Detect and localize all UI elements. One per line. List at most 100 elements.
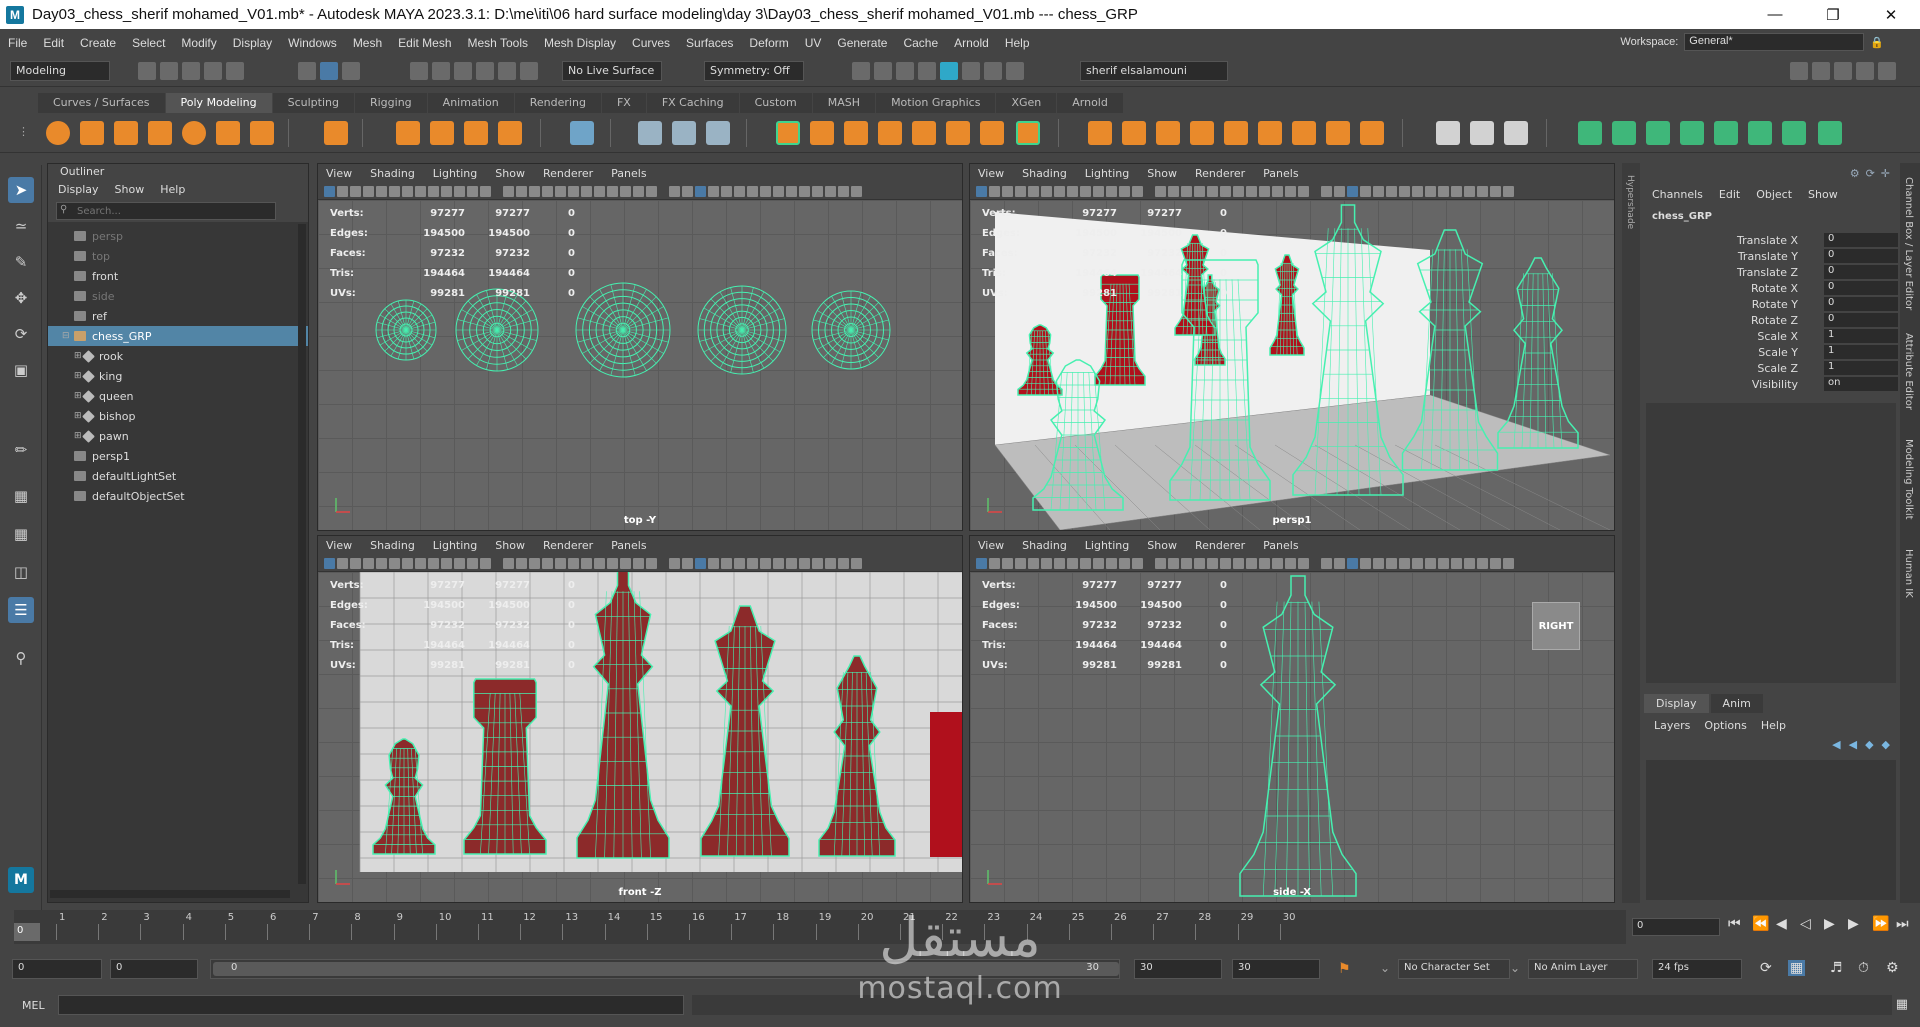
viewport-toolbar-button[interactable] bbox=[1412, 558, 1423, 569]
viewport-toolbar-button[interactable] bbox=[1438, 558, 1449, 569]
outliner-item[interactable]: defaultObjectSet bbox=[48, 486, 308, 506]
channel-attribute-row[interactable]: Scale Y 1 bbox=[1644, 344, 1900, 360]
channel-box-icon[interactable] bbox=[1856, 62, 1874, 80]
viewport-toolbar-button[interactable] bbox=[1119, 186, 1130, 197]
viewport-toolbar-button[interactable] bbox=[812, 186, 823, 197]
two-pane-layout-icon[interactable]: ◫ bbox=[8, 559, 34, 585]
shelf-tab-poly-modeling[interactable]: Poly Modeling bbox=[165, 93, 272, 113]
fps-dropdown[interactable]: 24 fps bbox=[1652, 959, 1742, 979]
layer-menu-help[interactable]: Help bbox=[1761, 719, 1786, 732]
viewport-toolbar-button[interactable] bbox=[1285, 186, 1296, 197]
separate-icon[interactable] bbox=[810, 121, 834, 145]
viewport-toolbar-button[interactable] bbox=[1041, 558, 1052, 569]
viewport-toolbar-button[interactable] bbox=[1054, 558, 1065, 569]
shelf-options-icon[interactable]: ⋮ bbox=[18, 125, 29, 138]
viewport-toolbar-button[interactable] bbox=[1002, 558, 1013, 569]
channel-menu-show[interactable]: Show bbox=[1808, 188, 1838, 201]
viewport-toolbar-button[interactable] bbox=[838, 558, 849, 569]
viewport-top[interactable]: View Shading Lighting Show Renderer Panels Ver… bbox=[317, 163, 963, 531]
lasso-tool-icon[interactable]: ≃ bbox=[8, 213, 34, 239]
poke-icon[interactable] bbox=[1326, 121, 1350, 145]
render-frame-icon[interactable] bbox=[896, 62, 914, 80]
layer-move-down-icon[interactable]: ◀ bbox=[1849, 738, 1857, 751]
paint-select-icon[interactable]: ✎ bbox=[8, 249, 34, 275]
menu-uv[interactable]: UV bbox=[797, 36, 830, 50]
extrude-icon[interactable] bbox=[1088, 121, 1112, 145]
anim-layer-dropdown[interactable]: No Anim Layer bbox=[1528, 959, 1638, 979]
loop-icon[interactable]: ⟳ bbox=[1760, 960, 1772, 976]
viewport-toolbar-button[interactable] bbox=[708, 558, 719, 569]
viewport-toolbar-button[interactable] bbox=[529, 558, 540, 569]
channel-attribute-value[interactable]: 0 bbox=[1824, 297, 1898, 311]
single-perspective-layout-icon[interactable]: ▦ bbox=[8, 483, 34, 509]
viewport-toolbar-button[interactable] bbox=[838, 186, 849, 197]
channel-attribute-row[interactable]: Translate Y 0 bbox=[1644, 248, 1900, 264]
multi-cut-icon[interactable] bbox=[1436, 121, 1460, 145]
viewport-toolbar-button[interactable] bbox=[324, 186, 335, 197]
layer-tab-anim[interactable]: Anim bbox=[1710, 694, 1763, 713]
poly-text-icon[interactable] bbox=[464, 121, 488, 145]
modeling-toolkit-icon[interactable] bbox=[1790, 62, 1808, 80]
expand-toggle-icon[interactable]: ⊞ bbox=[74, 351, 82, 361]
viewport-toolbar-button[interactable] bbox=[1132, 558, 1143, 569]
poly-torus-icon[interactable] bbox=[182, 121, 206, 145]
viewport-toolbar-button[interactable] bbox=[1321, 186, 1332, 197]
auto-key-icon[interactable]: ⚑ bbox=[1338, 961, 1351, 977]
close-icon[interactable]: ✕ bbox=[1862, 0, 1920, 29]
viewport-toolbar-button[interactable] bbox=[1477, 186, 1488, 197]
viewport-toolbar-button[interactable] bbox=[1207, 186, 1218, 197]
channel-attribute-row[interactable]: Rotate Y 0 bbox=[1644, 296, 1900, 312]
poly-disc-icon[interactable] bbox=[250, 121, 274, 145]
viewport-toolbar-button[interactable] bbox=[581, 186, 592, 197]
rotate-tool-icon[interactable]: ⟳ bbox=[8, 321, 34, 347]
viewport-toolbar-button[interactable] bbox=[1490, 186, 1501, 197]
outliner-item[interactable]: ⊟ chess_GRP bbox=[48, 326, 308, 346]
poly-cylinder-icon[interactable] bbox=[114, 121, 138, 145]
save-scene-icon[interactable] bbox=[182, 62, 200, 80]
ipr-render-icon[interactable] bbox=[918, 62, 936, 80]
current-frame-field[interactable]: 0 bbox=[1632, 918, 1720, 936]
menu-help[interactable]: Help bbox=[997, 36, 1038, 50]
viewport-toolbar-button[interactable] bbox=[1119, 558, 1130, 569]
last-tool-icon[interactable]: ✏ bbox=[8, 437, 34, 463]
viewport-menu-renderer[interactable]: Renderer bbox=[543, 167, 593, 181]
symmetry-dropdown[interactable]: Symmetry: Off bbox=[704, 61, 804, 81]
viewport-toolbar-button[interactable] bbox=[1233, 558, 1244, 569]
outliner-item[interactable]: ⊞ pawn bbox=[48, 426, 308, 446]
viewport-toolbar-button[interactable] bbox=[633, 558, 644, 569]
viewport-toolbar-button[interactable] bbox=[1233, 186, 1244, 197]
viewport-toolbar-button[interactable] bbox=[1106, 558, 1117, 569]
menu-modify[interactable]: Modify bbox=[173, 36, 224, 50]
go-to-end-icon[interactable]: ⏭ bbox=[1896, 916, 1909, 932]
menu-mesh-tools[interactable]: Mesh Tools bbox=[460, 36, 536, 50]
viewport-toolbar-button[interactable] bbox=[1093, 558, 1104, 569]
viewport-toolbar-button[interactable] bbox=[1028, 558, 1039, 569]
channel-attribute-row[interactable]: Rotate X 0 bbox=[1644, 280, 1900, 296]
viewport-toolbar-button[interactable] bbox=[1399, 558, 1410, 569]
light-editor-icon[interactable] bbox=[984, 62, 1002, 80]
viewport-toolbar-button[interactable] bbox=[1259, 186, 1270, 197]
viewport-menu-view[interactable]: View bbox=[978, 539, 1004, 553]
poly-cube-icon[interactable] bbox=[80, 121, 104, 145]
channel-menu-edit[interactable]: Edit bbox=[1719, 188, 1740, 201]
viewport-toolbar-button[interactable] bbox=[1272, 186, 1283, 197]
viewport-toolbar-button[interactable] bbox=[1464, 186, 1475, 197]
sweep-mesh-icon[interactable] bbox=[430, 121, 454, 145]
planar-map-icon[interactable] bbox=[1612, 121, 1636, 145]
go-to-start-icon[interactable]: ⏮ bbox=[1728, 916, 1741, 932]
viewport-toolbar-button[interactable] bbox=[1080, 186, 1091, 197]
viewport-toolbar-button[interactable] bbox=[441, 558, 452, 569]
viewport-toolbar-button[interactable] bbox=[581, 558, 592, 569]
viewport-toolbar-button[interactable] bbox=[441, 186, 452, 197]
viewport-toolbar-button[interactable] bbox=[1373, 186, 1384, 197]
viewport-toolbar-button[interactable] bbox=[620, 186, 631, 197]
viewport-toolbar-button[interactable] bbox=[607, 186, 618, 197]
viewport-toolbar-button[interactable] bbox=[1360, 558, 1371, 569]
character-set-icon[interactable]: ⌄ bbox=[1380, 961, 1390, 975]
delete-history-icon[interactable] bbox=[706, 121, 730, 145]
bevel-icon[interactable] bbox=[1156, 121, 1180, 145]
viewport-toolbar-button[interactable] bbox=[1490, 558, 1501, 569]
viewport-toolbar-button[interactable] bbox=[1425, 558, 1436, 569]
menu-generate[interactable]: Generate bbox=[829, 36, 895, 50]
viewport-toolbar-button[interactable] bbox=[350, 186, 361, 197]
